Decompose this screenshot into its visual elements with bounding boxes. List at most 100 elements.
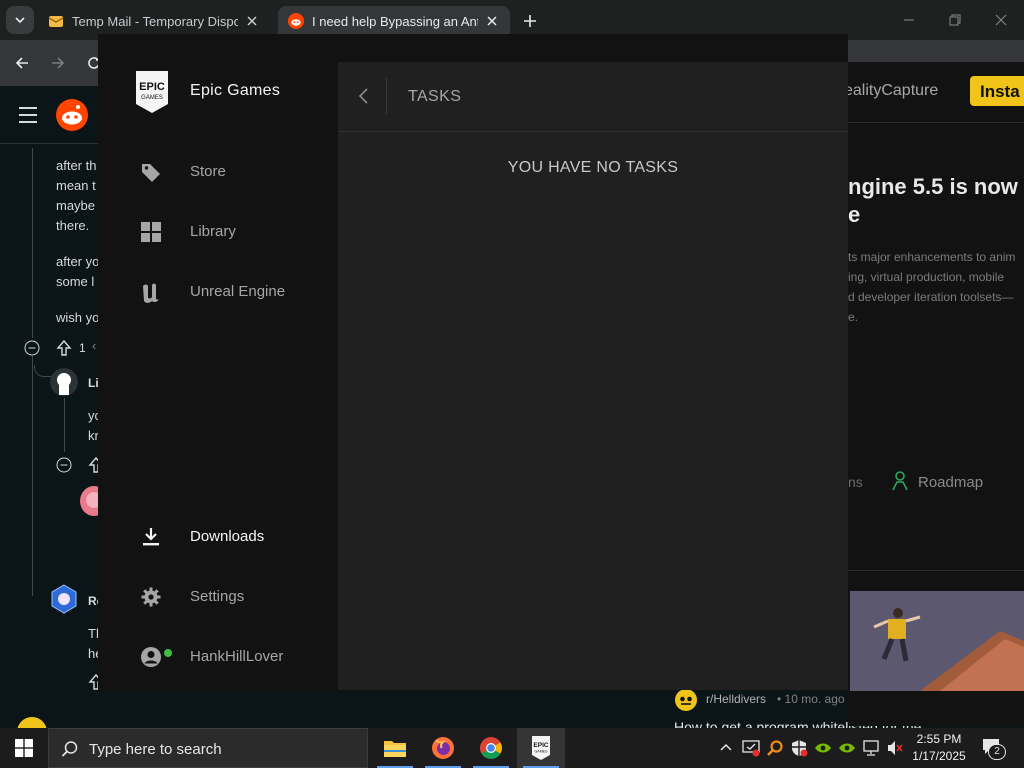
comment-text: some l xyxy=(56,274,95,289)
chevron-left-icon xyxy=(358,88,368,104)
body-text: e. xyxy=(848,310,859,324)
close-tab-icon[interactable] xyxy=(244,13,260,29)
back-button[interactable] xyxy=(352,84,376,108)
close-tab-icon[interactable] xyxy=(484,13,500,29)
svg-text:EPIC: EPIC xyxy=(533,742,548,749)
subreddit-name[interactable]: r/Helldivers xyxy=(706,692,766,706)
tray-nvidia[interactable] xyxy=(813,736,833,760)
collapse-button[interactable] xyxy=(56,457,72,473)
tab-search-button[interactable] xyxy=(6,6,34,34)
new-tab-button[interactable] xyxy=(518,9,542,33)
minus-circle-icon xyxy=(56,457,72,473)
nav-unreal-engine[interactable]: Unreal Engine xyxy=(98,270,338,314)
headline: ngine 5.5 is now xyxy=(848,174,1018,199)
taskbar-clock[interactable]: 2:55 PM 1/17/2025 xyxy=(906,731,972,765)
shield-icon xyxy=(792,740,808,757)
taskbar-file-explorer[interactable] xyxy=(371,728,419,768)
roadmap-icon xyxy=(890,470,910,492)
clock-date: 1/17/2025 xyxy=(912,749,966,763)
restore-icon xyxy=(949,14,961,26)
search-placeholder: Type here to search xyxy=(89,741,222,758)
grid-icon xyxy=(141,222,161,242)
folder-icon xyxy=(384,741,406,757)
tasks-panel-header: TASKS xyxy=(338,62,848,132)
nav-label: Library xyxy=(190,223,236,240)
taskbar-firefox[interactable] xyxy=(419,728,467,768)
tray-display[interactable] xyxy=(741,736,761,760)
forward-button[interactable] xyxy=(46,51,70,75)
epic-logo[interactable]: EPIC GAMES xyxy=(134,70,170,114)
windows-taskbar: Type here to search EPIC GAMES 2:55 PM 1… xyxy=(0,728,1024,768)
notification-center-button[interactable]: 2 xyxy=(980,736,1008,760)
link-text[interactable]: ns xyxy=(848,474,863,490)
tray-nvidia-2[interactable] xyxy=(837,736,857,760)
avatar[interactable] xyxy=(50,368,78,396)
nav-settings[interactable]: Settings xyxy=(98,575,338,619)
thread-line xyxy=(32,356,33,596)
upvote-icon xyxy=(56,339,72,356)
install-button-label: Insta xyxy=(980,82,1020,101)
roadmap-link[interactable]: Roadmap xyxy=(918,474,983,491)
close-window-button[interactable] xyxy=(978,0,1024,40)
start-button[interactable] xyxy=(0,728,48,768)
svg-text:EPIC: EPIC xyxy=(139,81,165,93)
helldivers-icon xyxy=(675,689,697,711)
panel-title: TASKS xyxy=(408,88,462,105)
taskbar-chrome[interactable] xyxy=(467,728,515,768)
figure-jumping-image xyxy=(850,591,1024,691)
chevron-up-icon xyxy=(720,743,732,751)
hamburger-menu-button[interactable] xyxy=(18,106,38,124)
avatar-icon xyxy=(57,373,71,395)
tray-network[interactable] xyxy=(861,736,881,760)
browser-tab-reddit[interactable]: I need help Bypassing an Anti-cheat xyxy=(278,6,510,36)
nav-store[interactable]: Store xyxy=(98,150,338,194)
browser-tab-tempmail[interactable]: Temp Mail - Temporary Disposable Email xyxy=(38,6,270,36)
tray-search-app[interactable] xyxy=(765,736,785,760)
nav-account[interactable]: HankHillLover xyxy=(98,635,338,679)
tray-volume[interactable] xyxy=(885,736,905,760)
restore-button[interactable] xyxy=(932,0,978,40)
subreddit-avatar[interactable] xyxy=(674,688,698,712)
volume-muted-icon xyxy=(888,741,903,755)
online-status-dot xyxy=(164,649,172,657)
body-text: d developer iteration toolsets— xyxy=(848,290,1014,304)
brand-name: Epic Games xyxy=(190,82,281,99)
magnifier-orange-icon xyxy=(767,740,783,756)
collapse-button[interactable] xyxy=(24,340,40,356)
nav-downloads[interactable]: Downloads xyxy=(98,515,338,559)
upvote-button[interactable] xyxy=(56,339,72,357)
arrow-left-icon xyxy=(15,57,28,69)
user-icon xyxy=(141,647,161,667)
clock-time: 2:55 PM xyxy=(916,732,962,746)
minimize-icon xyxy=(904,19,914,21)
roadmap-icon xyxy=(892,471,908,491)
launcher-sidebar: EPIC GAMES Epic Games Store Library Unrea… xyxy=(98,34,338,690)
post-age: • 10 mo. ago xyxy=(777,692,845,706)
arrow-right-icon xyxy=(52,57,65,69)
taskbar-epic-games[interactable]: EPIC GAMES xyxy=(517,728,565,768)
taskbar-search-box[interactable]: Type here to search xyxy=(48,728,368,768)
tab-title: I need help Bypassing an Anti-cheat xyxy=(312,13,478,29)
reddit-logo-icon xyxy=(56,99,88,131)
notification-badge: 2 xyxy=(988,744,1006,760)
show-hidden-icons-button[interactable] xyxy=(716,736,736,760)
gear-icon xyxy=(141,587,161,607)
tasks-panel: TASKS YOU HAVE NO TASKS xyxy=(338,62,848,690)
nav-library[interactable]: Library xyxy=(98,210,338,254)
featured-image[interactable] xyxy=(850,591,1024,691)
nvidia-icon xyxy=(839,743,855,753)
epic-web-page: ealityCapture Insta ngine 5.5 is now e t… xyxy=(848,62,1024,726)
close-icon xyxy=(995,14,1007,26)
nav-label: HankHillLover xyxy=(190,648,284,665)
comment-text: after th xyxy=(56,158,97,173)
chrome-icon xyxy=(480,737,502,759)
nav-link-realitycapture[interactable]: ealityCapture xyxy=(848,82,938,100)
install-button[interactable]: Insta xyxy=(970,76,1024,106)
avatar[interactable] xyxy=(50,584,78,614)
tray-security[interactable] xyxy=(789,736,809,760)
minimize-button[interactable] xyxy=(886,0,932,40)
download-icon xyxy=(143,528,159,546)
reddit-logo[interactable] xyxy=(56,99,88,131)
more-indicator: ‹ xyxy=(92,338,97,353)
back-button[interactable] xyxy=(10,51,34,75)
